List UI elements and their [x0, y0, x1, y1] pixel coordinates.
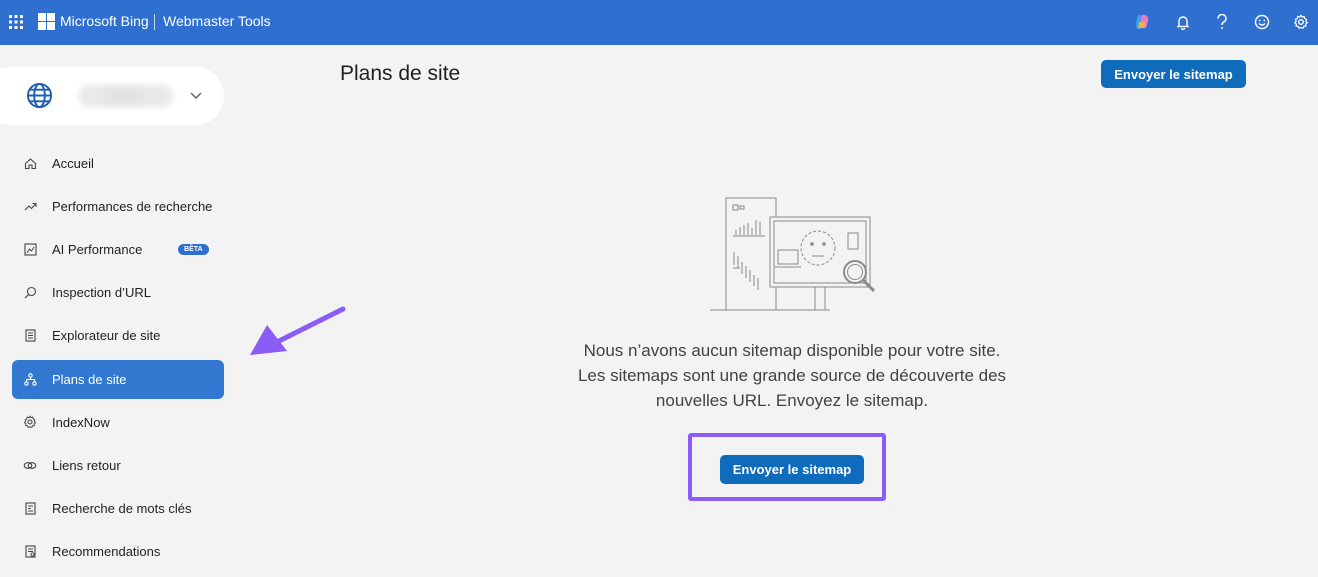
notifications-bell-icon[interactable] — [1173, 12, 1193, 32]
sidebar-item-accueil[interactable]: Accueil — [12, 144, 224, 183]
apps-grid-icon[interactable] — [9, 15, 23, 29]
sidebar-item-label: Liens retour — [52, 458, 121, 473]
sidebar-item-label: Plans de site — [52, 372, 127, 387]
page-title: Plans de site — [340, 62, 461, 85]
brand-name[interactable]: Microsoft Bing — [60, 13, 149, 29]
annotation-arrow-icon — [250, 306, 346, 355]
help-icon[interactable] — [1212, 12, 1232, 32]
link-icon — [23, 458, 37, 472]
chevron-down-icon[interactable] — [189, 88, 203, 102]
ai-chart-icon — [23, 242, 37, 256]
feedback-smiley-icon[interactable] — [1252, 12, 1272, 32]
product-name[interactable]: Webmaster Tools — [163, 13, 271, 29]
sitemap-icon — [23, 372, 37, 386]
sidebar-item-label: Recherche de mots clés — [52, 501, 192, 516]
sidebar-item-performances[interactable]: Performances de recherche — [12, 187, 224, 226]
settings-gear-icon[interactable] — [1291, 12, 1311, 32]
copilot-icon[interactable] — [1132, 12, 1152, 32]
home-icon — [23, 156, 37, 170]
recommendations-icon — [23, 544, 37, 558]
keyword-document-icon — [23, 501, 37, 515]
sidebar-item-recommendations[interactable]: Recommendations — [12, 532, 224, 571]
sidebar-item-liens-retour[interactable]: Liens retour — [12, 446, 224, 485]
empty-state-message: Nous n’avons aucun sitemap disponible po… — [577, 341, 1007, 410]
document-list-icon — [23, 328, 37, 342]
sidebar-item-inspection-url[interactable]: Inspection d’URL — [12, 273, 224, 312]
beta-badge: BÊTA — [178, 244, 209, 255]
trend-up-icon — [23, 199, 37, 213]
search-icon — [23, 285, 37, 299]
site-name-blurred[interactable] — [78, 85, 174, 107]
sidebar-item-mots-cles[interactable]: Recherche de mots clés — [12, 489, 224, 528]
sidebar-item-label: Inspection d’URL — [52, 285, 151, 300]
sidebar-item-label: AI Performance — [52, 242, 143, 257]
sidebar-item-label: Performances de recherche — [52, 199, 213, 214]
sidebar-item-plans-de-site[interactable]: Plans de site — [12, 360, 224, 399]
submit-sitemap-button-top[interactable]: Envoyer le sitemap — [1101, 60, 1246, 88]
gear-cog-icon — [23, 415, 37, 429]
sidebar-item-explorateur[interactable]: Explorateur de site — [12, 316, 224, 355]
sidebar-item-label: Recommendations — [52, 544, 161, 559]
header-divider — [154, 14, 155, 30]
sidebar-item-indexnow[interactable]: IndexNow — [12, 403, 224, 442]
microsoft-logo-icon — [38, 13, 55, 30]
annotation-highlight-box — [688, 433, 886, 501]
top-bar: Microsoft Bing Webmaster Tools — [0, 0, 1318, 45]
sidebar-item-label: IndexNow — [52, 415, 110, 430]
sidebar-item-ai-performance[interactable]: AI Performance BÊTA — [12, 230, 224, 269]
globe-icon — [26, 82, 53, 109]
sidebar-item-label: Explorateur de site — [52, 328, 161, 343]
sidebar-item-label: Accueil — [52, 156, 94, 171]
empty-sitemap-illustration — [710, 197, 876, 311]
